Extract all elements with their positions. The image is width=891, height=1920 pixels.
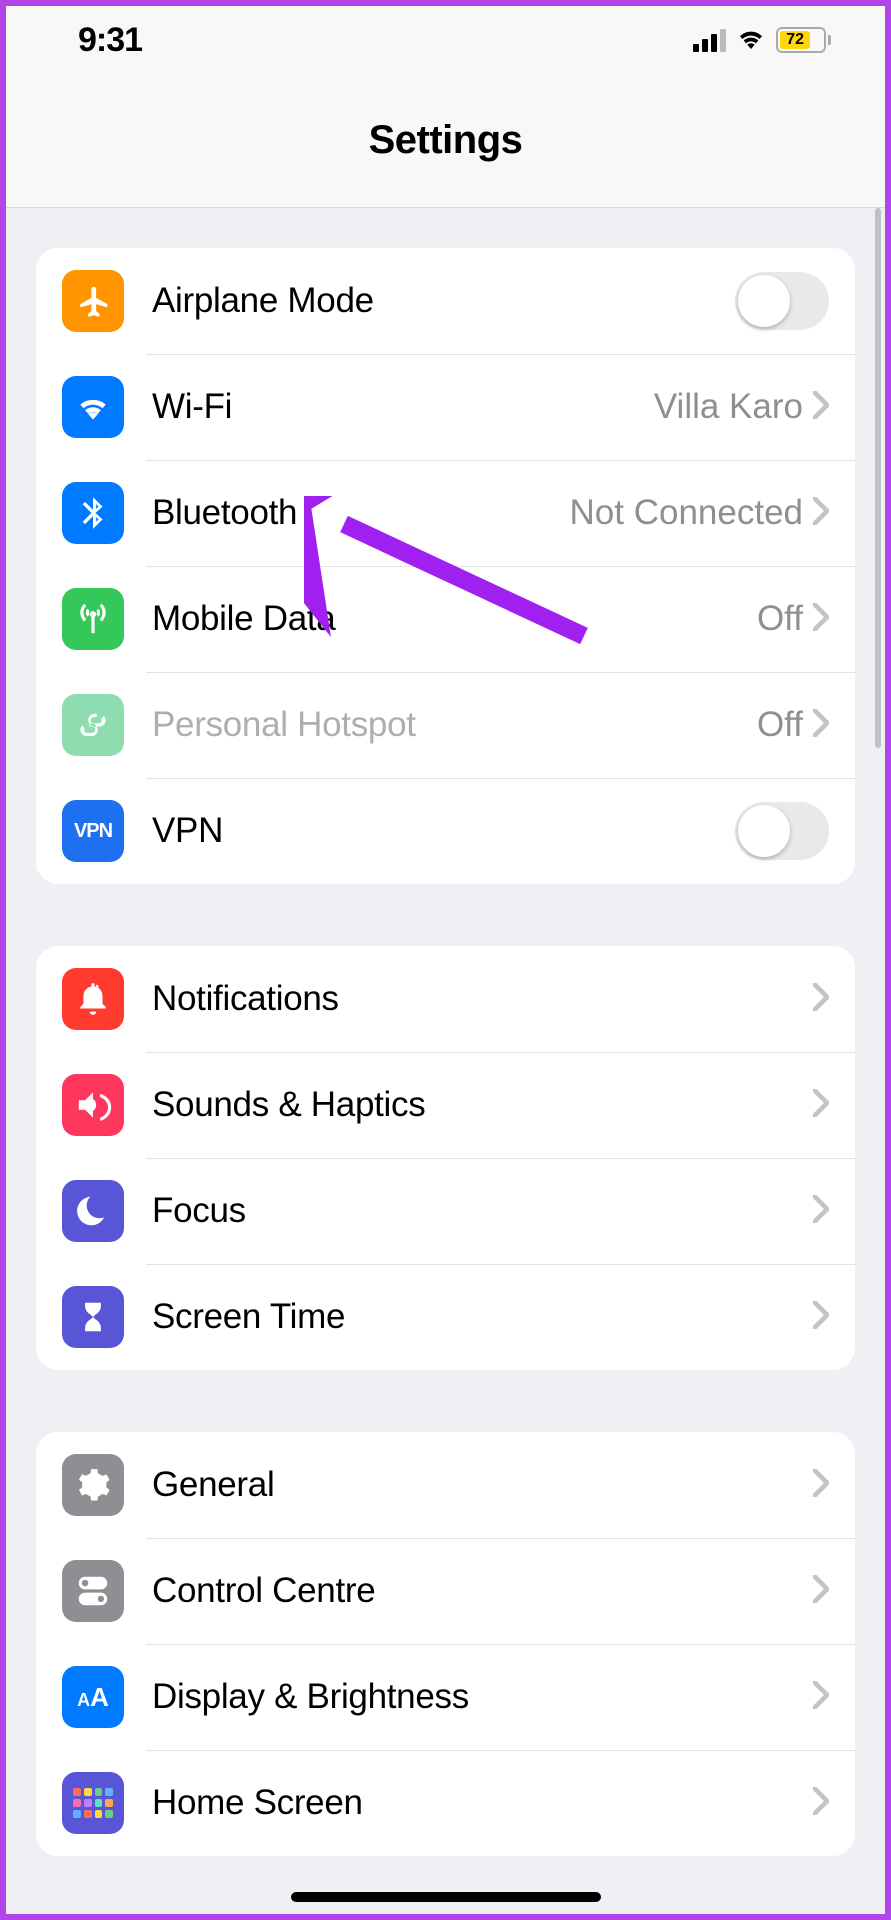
row-label: Sounds & Haptics [152,1085,813,1125]
settings-content: Airplane Mode Wi-Fi Villa Karo Bluetooth… [6,208,885,1914]
chevron-right-icon [813,983,829,1016]
chevron-right-icon [813,1469,829,1502]
row-value: Not Connected [570,493,803,533]
row-label: Screen Time [152,1297,813,1337]
row-label: Mobile Data [152,599,757,639]
row-focus[interactable]: Focus [36,1158,855,1264]
cellular-signal-icon [693,29,726,52]
row-sounds[interactable]: Sounds & Haptics [36,1052,855,1158]
status-bar: 9:31 72 [6,6,885,74]
settings-group-notifications: Notifications Sounds & Haptics Focus Scr… [36,946,855,1370]
row-wifi[interactable]: Wi-Fi Villa Karo [36,354,855,460]
home-indicator[interactable] [291,1892,601,1902]
chevron-right-icon [813,391,829,424]
row-label: Bluetooth [152,493,570,533]
row-value: Villa Karo [654,387,803,427]
aa-icon: AA [62,1666,124,1728]
moon-icon [62,1180,124,1242]
row-label: Control Centre [152,1571,813,1611]
row-value: Off [757,599,803,639]
row-bluetooth[interactable]: Bluetooth Not Connected [36,460,855,566]
row-screen-time[interactable]: Screen Time [36,1264,855,1370]
chevron-right-icon [813,1301,829,1334]
row-general[interactable]: General [36,1432,855,1538]
vpn-toggle[interactable] [735,802,829,860]
row-label: Airplane Mode [152,281,735,321]
settings-group-network: Airplane Mode Wi-Fi Villa Karo Bluetooth… [36,248,855,884]
chevron-right-icon [813,1575,829,1608]
row-home-screen[interactable]: Home Screen [36,1750,855,1856]
gear-icon [62,1454,124,1516]
row-label: General [152,1465,813,1505]
battery-indicator: 72 [776,27,831,53]
row-label: Notifications [152,979,813,1019]
wifi-icon [62,376,124,438]
status-indicators: 72 [693,27,831,54]
airplane-toggle[interactable] [735,272,829,330]
wifi-status-icon [736,27,766,54]
scrollbar[interactable] [875,208,881,748]
bluetooth-icon [62,482,124,544]
status-time: 9:31 [78,21,142,60]
row-personal-hotspot[interactable]: Personal Hotspot Off [36,672,855,778]
row-notifications[interactable]: Notifications [36,946,855,1052]
row-mobile-data[interactable]: Mobile Data Off [36,566,855,672]
vpn-icon: VPN [62,800,124,862]
chevron-right-icon [813,1787,829,1820]
row-display[interactable]: AA Display & Brightness [36,1644,855,1750]
chevron-right-icon [813,709,829,742]
nav-header: Settings [6,74,885,208]
airplane-icon [62,270,124,332]
chevron-right-icon [813,1681,829,1714]
row-label: Display & Brightness [152,1677,813,1717]
row-vpn[interactable]: VPN VPN [36,778,855,884]
settings-group-general: General Control Centre AA Display & Brig… [36,1432,855,1856]
hourglass-icon [62,1286,124,1348]
row-label: Personal Hotspot [152,705,757,745]
row-control-centre[interactable]: Control Centre [36,1538,855,1644]
row-label: VPN [152,811,735,851]
row-label: Home Screen [152,1783,813,1823]
battery-percent: 72 [786,31,804,49]
chevron-right-icon [813,1195,829,1228]
bell-icon [62,968,124,1030]
chevron-right-icon [813,497,829,530]
chevron-right-icon [813,603,829,636]
antenna-icon [62,588,124,650]
page-title: Settings [369,118,523,163]
hotspot-icon [62,694,124,756]
row-label: Focus [152,1191,813,1231]
switches-icon [62,1560,124,1622]
chevron-right-icon [813,1089,829,1122]
home-grid-icon [62,1772,124,1834]
row-value: Off [757,705,803,745]
row-label: Wi-Fi [152,387,654,427]
row-airplane-mode[interactable]: Airplane Mode [36,248,855,354]
speaker-icon [62,1074,124,1136]
